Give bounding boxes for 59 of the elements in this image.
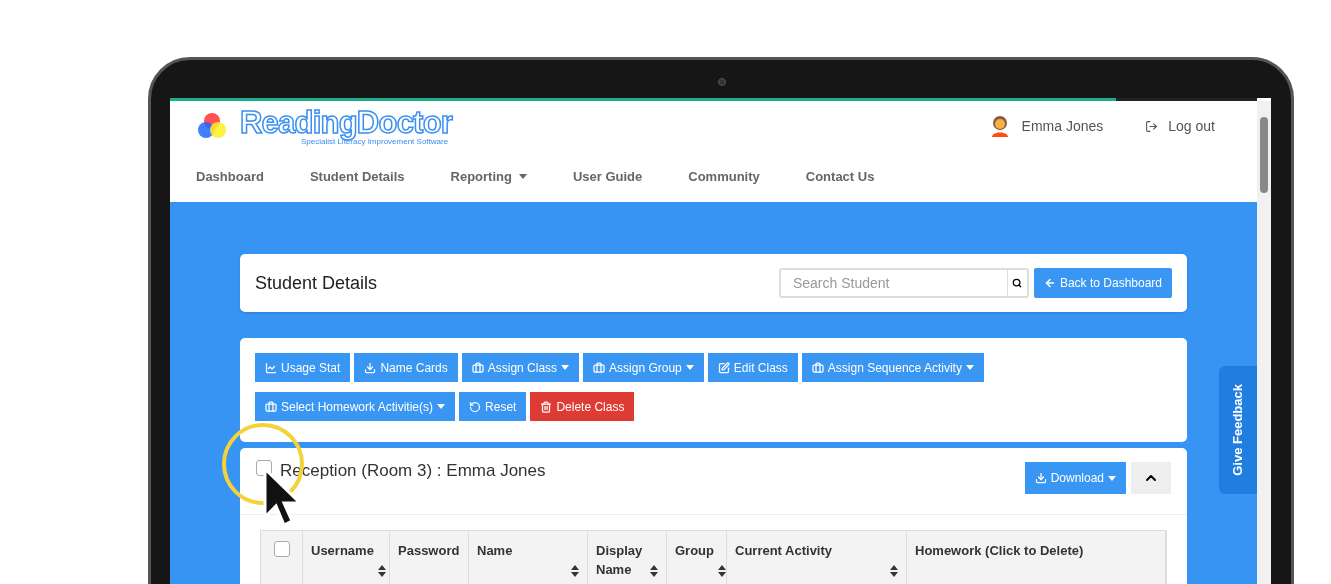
search-icon	[1012, 278, 1023, 288]
nav-link[interactable]: Dashboard	[196, 166, 264, 187]
sort-icon	[718, 565, 726, 577]
header-cell[interactable]: Current Activity	[727, 531, 907, 584]
search-field[interactable]: Search Student	[778, 268, 1007, 298]
toolbar-button[interactable]: Select Homework Activitie(s)	[255, 392, 456, 421]
toolbar-button[interactable]: Assign Class	[461, 353, 580, 382]
header-cell: Password	[390, 531, 469, 584]
collapse-button[interactable]	[1131, 462, 1171, 494]
header-cell[interactable]: Username	[303, 531, 390, 584]
caret-icon	[685, 365, 694, 370]
sort-icon	[571, 565, 579, 577]
sort-icon	[890, 565, 898, 577]
header-cell[interactable]: Group	[667, 531, 727, 584]
toolbar-button[interactable]: Name Cards	[354, 353, 458, 382]
briefcase-icon	[593, 361, 606, 374]
camera-icon	[718, 78, 726, 86]
checkbox[interactable]	[273, 541, 290, 557]
trash-icon	[540, 400, 553, 413]
briefcase-icon	[811, 361, 824, 374]
logo-icon	[196, 111, 228, 141]
back-button[interactable]: Back to Dashboard	[1033, 268, 1172, 298]
nav-link[interactable]: Student Details	[309, 166, 405, 187]
header-cell[interactable]: Name	[469, 531, 588, 584]
toolbar-button[interactable]: Reset	[459, 392, 527, 421]
sort-icon	[377, 565, 386, 577]
edit-icon	[717, 361, 730, 374]
header-cell: Homework (Click to Delete)	[907, 531, 1166, 584]
nav-link[interactable]: Contact Us	[805, 166, 875, 187]
undo-icon	[469, 400, 482, 413]
header-cell[interactable]: Display Name	[588, 531, 667, 584]
caret-icon	[1108, 475, 1116, 481]
logout-link[interactable]: Log out	[1145, 115, 1215, 137]
briefcase-icon	[471, 361, 484, 374]
caret-icon	[561, 365, 570, 370]
download-icon	[364, 361, 377, 374]
toolbar-button[interactable]: Delete Class	[530, 392, 635, 421]
feedback-tab[interactable]: Give Feedback	[1219, 366, 1257, 494]
logout-icon	[1145, 119, 1159, 133]
user-avatar-icon	[989, 115, 1010, 137]
user-name[interactable]: Emma Jones	[1021, 115, 1104, 137]
toolbar-button[interactable]: Assign Sequence Activity	[801, 353, 984, 382]
download-button[interactable]: Download	[1024, 462, 1126, 494]
nav-link[interactable]: User Guide	[572, 166, 643, 187]
arrow-left-icon	[1043, 277, 1056, 289]
page-title: Student Details	[255, 271, 378, 295]
chart-icon	[265, 361, 277, 374]
nav-link[interactable]: Reporting	[450, 166, 527, 187]
caret-icon	[518, 174, 527, 179]
nav-link[interactable]: Community	[688, 166, 760, 187]
caret-icon	[965, 365, 974, 370]
toolbar-button[interactable]: Edit Class	[707, 353, 798, 382]
briefcase-icon	[265, 400, 277, 413]
download-icon	[1034, 472, 1047, 484]
toolbar-button[interactable]: Assign Group	[583, 353, 704, 382]
sort-icon	[650, 565, 658, 577]
toolbar-button[interactable]: Usage Stat	[255, 353, 351, 382]
search-button[interactable]	[1006, 268, 1029, 298]
caret-icon	[437, 404, 446, 409]
